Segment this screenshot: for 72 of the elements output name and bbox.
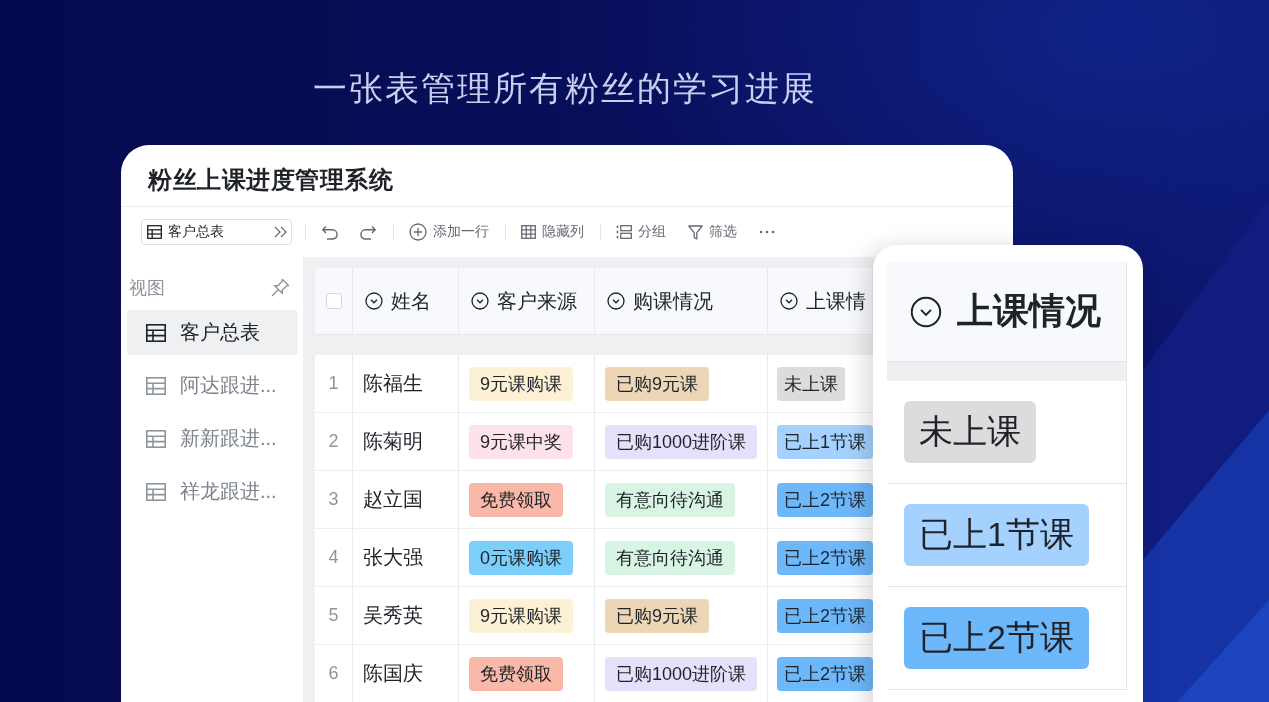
sidebar-item[interactable]: 阿达跟进... xyxy=(127,363,298,408)
chevron-circle-icon xyxy=(780,292,798,310)
group-button[interactable]: 分组 xyxy=(616,223,666,241)
row-number: 6 xyxy=(328,663,339,684)
redo-icon[interactable] xyxy=(359,224,377,240)
sidebar-item[interactable]: 新新跟进... xyxy=(127,416,298,461)
attendance-tag: 已上2节课 xyxy=(777,598,873,633)
attendance-tag: 已上1节课 xyxy=(777,424,873,459)
status-tag: 已上1节课 xyxy=(904,504,1089,566)
purchase-tag: 已购1000进阶课 xyxy=(605,656,758,691)
purchase-tag: 已购9元课 xyxy=(605,598,709,633)
customer-name: 赵立国 xyxy=(363,487,423,512)
chevron-circle-icon xyxy=(910,295,942,328)
customer-name: 吴秀英 xyxy=(363,603,423,628)
source-tag: 9元课中奖 xyxy=(469,424,573,459)
customer-name: 陈国庆 xyxy=(363,661,423,686)
table-icon xyxy=(147,225,162,239)
attendance-tag: 已上2节课 xyxy=(777,656,873,691)
status-tag: 未上课 xyxy=(904,401,1036,463)
headline: 一张表管理所有粉丝的学习进展 xyxy=(313,68,817,108)
purchase-tag: 已购9元课 xyxy=(605,366,709,401)
attendance-tag: 未上课 xyxy=(777,366,845,401)
column-header[interactable]: 购课情况 xyxy=(595,268,768,334)
filter-icon xyxy=(688,224,703,240)
row-number: 4 xyxy=(328,547,339,568)
option-row[interactable]: 已上2节课 xyxy=(887,587,1126,690)
table-icon xyxy=(146,323,166,342)
sidebar-item[interactable]: 客户总表 xyxy=(127,310,298,355)
source-tag: 9元课购课 xyxy=(469,366,573,401)
view-selector[interactable]: 客户总表 xyxy=(141,219,292,245)
sidebar-item[interactable]: 祥龙跟进... xyxy=(127,469,298,514)
purchase-tag: 有意向待沟通 xyxy=(605,482,735,517)
sidebar-heading: 视图 xyxy=(129,277,165,300)
source-tag: 0元课购课 xyxy=(469,540,573,575)
column-header[interactable]: 上课情况 xyxy=(887,262,1126,362)
customer-name: 陈菊明 xyxy=(363,429,423,454)
option-row[interactable]: 未上课 xyxy=(887,381,1126,484)
column-header[interactable]: 姓名 xyxy=(353,268,459,334)
option-row[interactable]: 已上1节课 xyxy=(887,484,1126,587)
chevron-circle-icon xyxy=(471,292,489,310)
filter-button[interactable]: 筛选 xyxy=(688,223,737,241)
table-icon xyxy=(146,376,166,395)
source-tag: 免费领取 xyxy=(469,482,563,517)
row-number: 5 xyxy=(328,605,339,626)
attendance-tag: 已上2节课 xyxy=(777,482,873,517)
table-icon xyxy=(146,482,166,501)
column-header[interactable]: 客户来源 xyxy=(459,268,595,334)
more-icon[interactable] xyxy=(759,230,775,234)
purchase-tag: 有意向待沟通 xyxy=(605,540,735,575)
window-title: 粉丝上课进度管理系统 xyxy=(148,164,393,195)
customer-name: 陈福生 xyxy=(363,371,423,396)
attendance-tag: 已上2节课 xyxy=(777,540,873,575)
hide-columns-button[interactable]: 隐藏列 xyxy=(521,223,584,241)
group-list-icon xyxy=(616,225,632,239)
chevron-circle-icon xyxy=(607,292,625,310)
source-tag: 免费领取 xyxy=(469,656,563,691)
status-tag: 已上2节课 xyxy=(904,607,1089,669)
table-icon xyxy=(146,429,166,448)
chevron-circle-icon xyxy=(365,292,383,310)
add-row-button[interactable]: 添加一行 xyxy=(409,223,489,241)
select-all-checkbox[interactable] xyxy=(325,293,342,309)
pin-icon[interactable] xyxy=(270,278,290,298)
customer-name: 张大强 xyxy=(363,545,423,570)
source-tag: 9元课购课 xyxy=(469,598,573,633)
row-number: 3 xyxy=(328,489,339,510)
row-number: 2 xyxy=(328,431,339,452)
grid-icon xyxy=(521,225,536,239)
purchase-tag: 已购1000进阶课 xyxy=(605,424,758,459)
plus-circle-icon xyxy=(409,223,427,241)
undo-icon[interactable] xyxy=(321,224,339,240)
double-chevron-icon xyxy=(274,226,287,238)
row-number: 1 xyxy=(328,373,339,394)
